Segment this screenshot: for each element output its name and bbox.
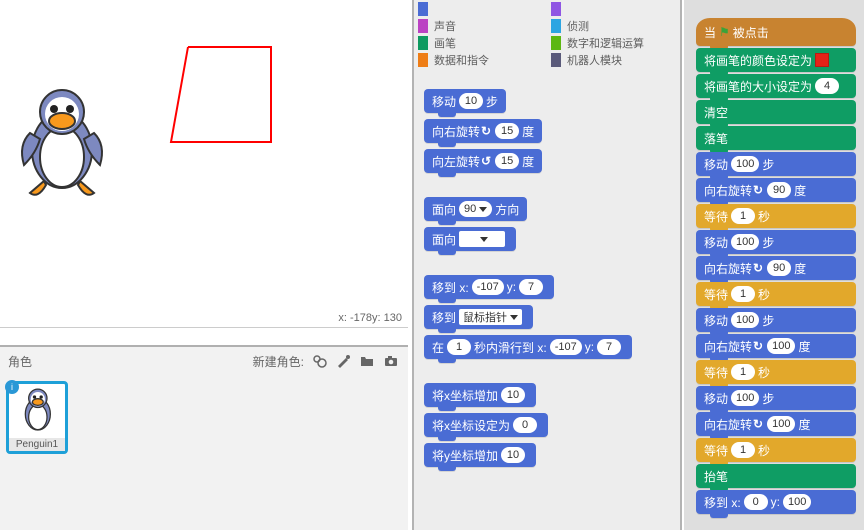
camera-sprite-icon[interactable]: [382, 352, 400, 370]
stage-coords-readout: x: -178y: 130: [338, 312, 402, 324]
dropdown-input[interactable]: [459, 231, 505, 247]
block-turn-right[interactable]: 向右旋转↻90度: [696, 178, 856, 202]
sprite-on-stage[interactable]: [10, 85, 110, 203]
block-set-pen-color[interactable]: 将画笔的颜色设定为: [696, 48, 856, 72]
category-item[interactable]: 机器人模块: [547, 51, 680, 68]
category-item[interactable]: 侦测: [547, 17, 680, 34]
block-move-steps[interactable]: 移动10步: [424, 89, 506, 113]
sprite-panel: 角色 新建角色: i Penguin1: [0, 345, 408, 530]
number-input[interactable]: 10: [459, 93, 483, 109]
number-input[interactable]: 1: [731, 364, 755, 380]
block-wait[interactable]: 等待1秒: [696, 360, 856, 384]
block-pen-down[interactable]: 落笔: [696, 126, 856, 150]
sprite-thumbnail[interactable]: i Penguin1: [6, 381, 68, 454]
block-point-towards[interactable]: 面向: [424, 227, 516, 251]
color-input[interactable]: [815, 53, 829, 67]
block-turn-left[interactable]: 向左旋转↺15度: [424, 149, 542, 173]
number-input[interactable]: 90: [767, 260, 791, 276]
number-input[interactable]: 7: [597, 339, 621, 355]
category-item[interactable]: [547, 0, 680, 17]
block-move-steps[interactable]: 移动100步: [696, 230, 856, 254]
number-input[interactable]: 10: [501, 387, 525, 403]
upload-sprite-icon[interactable]: [358, 352, 376, 370]
cw-arrow-icon: ↻: [752, 417, 764, 431]
block-move-steps[interactable]: 移动100步: [696, 386, 856, 410]
choose-sprite-icon[interactable]: [310, 352, 328, 370]
block-turn-right[interactable]: 向右旋转↻100度: [696, 412, 856, 436]
cw-arrow-icon: ↻: [480, 124, 492, 138]
sprite-panel-title: 角色: [8, 353, 32, 370]
stage-canvas[interactable]: x: -178y: 130: [0, 0, 408, 328]
green-flag-icon: ⚑: [719, 25, 730, 39]
category-item[interactable]: 数据和指令: [414, 51, 547, 68]
block-change-y[interactable]: 将y坐标增加10: [424, 443, 536, 467]
block-goto-xy[interactable]: 移到 x:0y:100: [696, 490, 856, 514]
cw-arrow-icon: ↻: [752, 261, 764, 275]
number-input[interactable]: -107: [472, 279, 504, 295]
block-move-steps[interactable]: 移动100步: [696, 308, 856, 332]
number-input[interactable]: 100: [731, 234, 759, 250]
number-input[interactable]: -107: [550, 339, 582, 355]
block-goto-object[interactable]: 移到鼠标指针: [424, 305, 533, 329]
ccw-arrow-icon: ↺: [480, 154, 492, 168]
number-input[interactable]: 1: [447, 339, 471, 355]
number-input[interactable]: 1: [731, 442, 755, 458]
block-change-x[interactable]: 将x坐标增加10: [424, 383, 536, 407]
stage-panel: x: -178y: 130: [0, 0, 408, 345]
script-area[interactable]: 当⚑被点击 将画笔的颜色设定为 将画笔的大小设定为4 清空 落笔 移动100步 …: [684, 0, 864, 530]
number-input[interactable]: 1: [731, 208, 755, 224]
number-input[interactable]: 100: [731, 390, 759, 406]
block-wait[interactable]: 等待1秒: [696, 204, 856, 228]
sprite-info-icon[interactable]: i: [5, 380, 19, 394]
category-item[interactable]: [414, 0, 547, 17]
new-sprite-label: 新建角色:: [253, 353, 304, 370]
number-input[interactable]: 1: [731, 286, 755, 302]
direction-input[interactable]: 90: [459, 201, 492, 217]
block-set-x[interactable]: 将x坐标设定为0: [424, 413, 548, 437]
block-point-direction[interactable]: 面向90方向: [424, 197, 527, 221]
block-palette: 声音 侦测 画笔 数字和逻辑运算 数据和指令 机器人模块 移动10步 向右旋转↻…: [412, 0, 682, 530]
block-wait[interactable]: 等待1秒: [696, 438, 856, 462]
number-input[interactable]: 15: [495, 153, 519, 169]
block-turn-right[interactable]: 向右旋转↻90度: [696, 256, 856, 280]
number-input[interactable]: 100: [783, 494, 811, 510]
category-grid: 声音 侦测 画笔 数字和逻辑运算 数据和指令 机器人模块: [414, 0, 680, 74]
block-glide[interactable]: 在1秒内滑行到 x:-107y:7: [424, 335, 632, 359]
block-when-flag-clicked[interactable]: 当⚑被点击: [696, 18, 856, 46]
number-input[interactable]: 10: [501, 447, 525, 463]
block-set-pen-size[interactable]: 将画笔的大小设定为4: [696, 74, 856, 98]
block-pen-up[interactable]: 抬笔: [696, 464, 856, 488]
number-input[interactable]: 90: [767, 182, 791, 198]
block-goto-xy[interactable]: 移到 x:-107y:7: [424, 275, 554, 299]
category-item[interactable]: 声音: [414, 17, 547, 34]
sprite-thumb-label: Penguin1: [9, 438, 65, 451]
number-input[interactable]: 4: [815, 78, 839, 94]
dropdown-input[interactable]: 鼠标指针: [459, 309, 522, 325]
stage-drawn-shape: [168, 44, 278, 152]
number-input[interactable]: 0: [744, 494, 768, 510]
block-clear[interactable]: 清空: [696, 100, 856, 124]
block-wait[interactable]: 等待1秒: [696, 282, 856, 306]
paint-sprite-icon[interactable]: [334, 352, 352, 370]
number-input[interactable]: 100: [731, 312, 759, 328]
category-item[interactable]: 数字和逻辑运算: [547, 34, 680, 51]
number-input[interactable]: 0: [513, 417, 537, 433]
cw-arrow-icon: ↻: [752, 183, 764, 197]
number-input[interactable]: 7: [519, 279, 543, 295]
number-input[interactable]: 100: [767, 416, 795, 432]
number-input[interactable]: 15: [495, 123, 519, 139]
category-item[interactable]: 画笔: [414, 34, 547, 51]
number-input[interactable]: 100: [767, 338, 795, 354]
cw-arrow-icon: ↻: [752, 339, 764, 353]
block-turn-right[interactable]: 向右旋转↻15度: [424, 119, 542, 143]
number-input[interactable]: 100: [731, 156, 759, 172]
block-move-steps[interactable]: 移动100步: [696, 152, 856, 176]
block-turn-right[interactable]: 向右旋转↻100度: [696, 334, 856, 358]
